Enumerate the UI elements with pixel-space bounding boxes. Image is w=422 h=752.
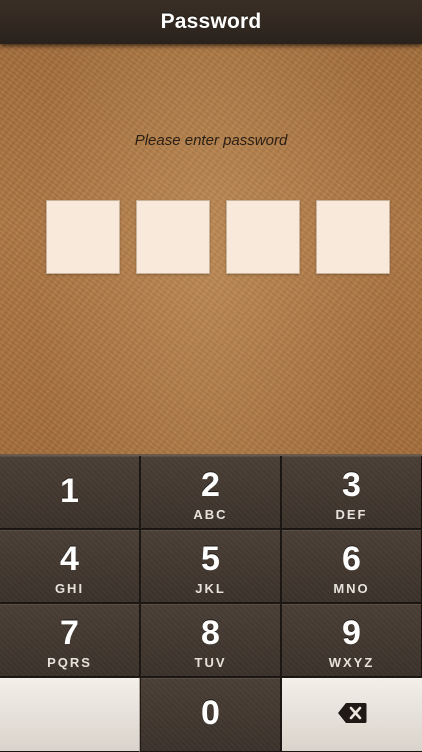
passcode-box-4[interactable] xyxy=(316,200,390,274)
passcode-box-3[interactable] xyxy=(226,200,300,274)
key-5[interactable]: 5 JKL xyxy=(141,530,281,603)
key-digit: 7 xyxy=(60,614,79,652)
key-letters: WXYZ xyxy=(328,655,375,670)
key-letters: GHI xyxy=(54,581,85,596)
navigation-bar: Password xyxy=(0,0,422,44)
key-letters: DEF xyxy=(335,507,368,522)
key-digit: 9 xyxy=(342,614,361,652)
passcode-box-2[interactable] xyxy=(136,200,210,274)
key-1[interactable]: 1 xyxy=(0,456,140,529)
key-9[interactable]: 9 WXYZ xyxy=(282,604,422,677)
number-keypad: 1 2 ABC 3 DEF 4 GHI 5 JKL 6 MNO 7 PQRS 8… xyxy=(0,454,422,752)
key-0[interactable]: 0 xyxy=(141,678,281,752)
key-8[interactable]: 8 TUV xyxy=(141,604,281,677)
page-title: Password xyxy=(160,10,262,33)
key-3[interactable]: 3 DEF xyxy=(282,456,422,529)
key-digit: 1 xyxy=(60,472,79,510)
passcode-boxes xyxy=(46,200,390,274)
key-digit: 8 xyxy=(201,614,220,652)
key-digit: 4 xyxy=(60,540,79,578)
key-digit: 0 xyxy=(201,694,220,732)
key-2[interactable]: 2 ABC xyxy=(141,456,281,529)
key-letters: TUV xyxy=(194,655,227,670)
delete-button[interactable] xyxy=(282,678,422,752)
key-4[interactable]: 4 GHI xyxy=(0,530,140,603)
password-prompt: Please enter password xyxy=(134,132,288,149)
key-letters: JKL xyxy=(195,581,226,596)
key-letters: PQRS xyxy=(47,655,92,670)
key-6[interactable]: 6 MNO xyxy=(282,530,422,603)
key-7[interactable]: 7 PQRS xyxy=(0,604,140,677)
backspace-icon xyxy=(338,703,367,723)
key-digit: 5 xyxy=(201,540,220,578)
key-digit: 3 xyxy=(342,466,361,504)
key-digit: 6 xyxy=(342,540,361,578)
key-letters: MNO xyxy=(333,581,370,596)
passcode-box-1[interactable] xyxy=(46,200,120,274)
key-digit: 2 xyxy=(201,466,220,504)
blank-key xyxy=(0,678,140,752)
key-letters: ABC xyxy=(193,507,228,522)
